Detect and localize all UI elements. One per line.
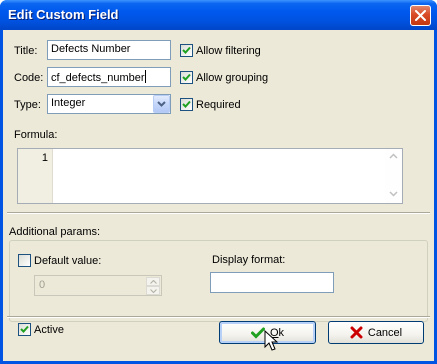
default-value-checkbox[interactable]: Default value: [18, 254, 101, 267]
default-value-spinner[interactable]: 0 [34, 275, 162, 296]
scroll-down-icon[interactable] [389, 191, 398, 197]
type-label: Type: [14, 99, 41, 111]
title-label: Title: [14, 45, 38, 57]
check-icon [182, 73, 191, 81]
type-dropdown-button[interactable] [153, 95, 170, 113]
close-button[interactable] [410, 5, 431, 26]
close-icon [415, 10, 426, 21]
allow-filtering-label: Allow filtering [196, 44, 261, 57]
spin-down-icon [150, 289, 157, 293]
default-value-label: Default value: [34, 254, 102, 267]
required-label: Required [196, 98, 241, 111]
spin-up-icon [150, 280, 157, 284]
cancel-button[interactable]: Cancel [328, 321, 424, 344]
default-value-text: 0 [39, 279, 46, 291]
title-bar[interactable]: Edit Custom Field [0, 0, 437, 30]
type-select-value: Integer [51, 97, 86, 109]
spin-up-button[interactable] [146, 277, 160, 286]
allow-grouping-checkbox[interactable]: Allow grouping [180, 71, 268, 84]
code-value: cf_defects_number [51, 72, 145, 84]
display-format-input[interactable] [210, 272, 334, 293]
active-checkbox[interactable]: Active [18, 323, 64, 336]
line-number: 1 [41, 152, 48, 164]
allow-filtering-checkbox[interactable]: Allow filtering [180, 44, 261, 57]
required-checkbox[interactable]: Required [180, 98, 241, 111]
dialog-body: Title: Defects Number Code: cf_defects_n… [3, 30, 434, 361]
line-number-gutter: 1 [18, 149, 53, 203]
cancel-x-icon [350, 326, 363, 339]
formula-editor[interactable]: 1 [17, 148, 403, 204]
separator-top [7, 212, 430, 214]
allow-grouping-label: Allow grouping [196, 71, 269, 84]
dialog-title: Edit Custom Field [8, 7, 119, 22]
cancel-label: Cancel [367, 326, 403, 339]
title-input[interactable]: Defects Number [47, 40, 171, 60]
spin-down-button[interactable] [146, 286, 160, 295]
display-format-label: Display format: [212, 254, 286, 266]
type-select[interactable]: Integer [47, 94, 171, 114]
dialog-window: Edit Custom Field Title: Defects Number … [0, 0, 437, 364]
checkmark-icon [250, 327, 265, 339]
checkbox-box [18, 323, 31, 336]
checkbox-box [180, 44, 193, 57]
scroll-up-icon[interactable] [389, 153, 398, 159]
code-label: Code: [14, 72, 44, 84]
text-caret [144, 70, 146, 83]
formula-label: Formula: [14, 129, 58, 141]
checkbox-box [180, 98, 193, 111]
additional-params-label: Additional params: [9, 226, 101, 238]
check-icon [20, 325, 29, 333]
checkbox-box [180, 71, 193, 84]
separator-bottom [7, 316, 430, 318]
check-icon [182, 100, 191, 108]
code-input[interactable]: cf_defects_number [47, 67, 171, 87]
active-label: Active [34, 323, 64, 336]
formula-scrollbar[interactable] [385, 149, 402, 203]
check-icon [182, 46, 191, 54]
mouse-pointer-icon [264, 330, 278, 351]
chevron-down-icon [157, 101, 166, 107]
checkbox-box [18, 254, 31, 267]
